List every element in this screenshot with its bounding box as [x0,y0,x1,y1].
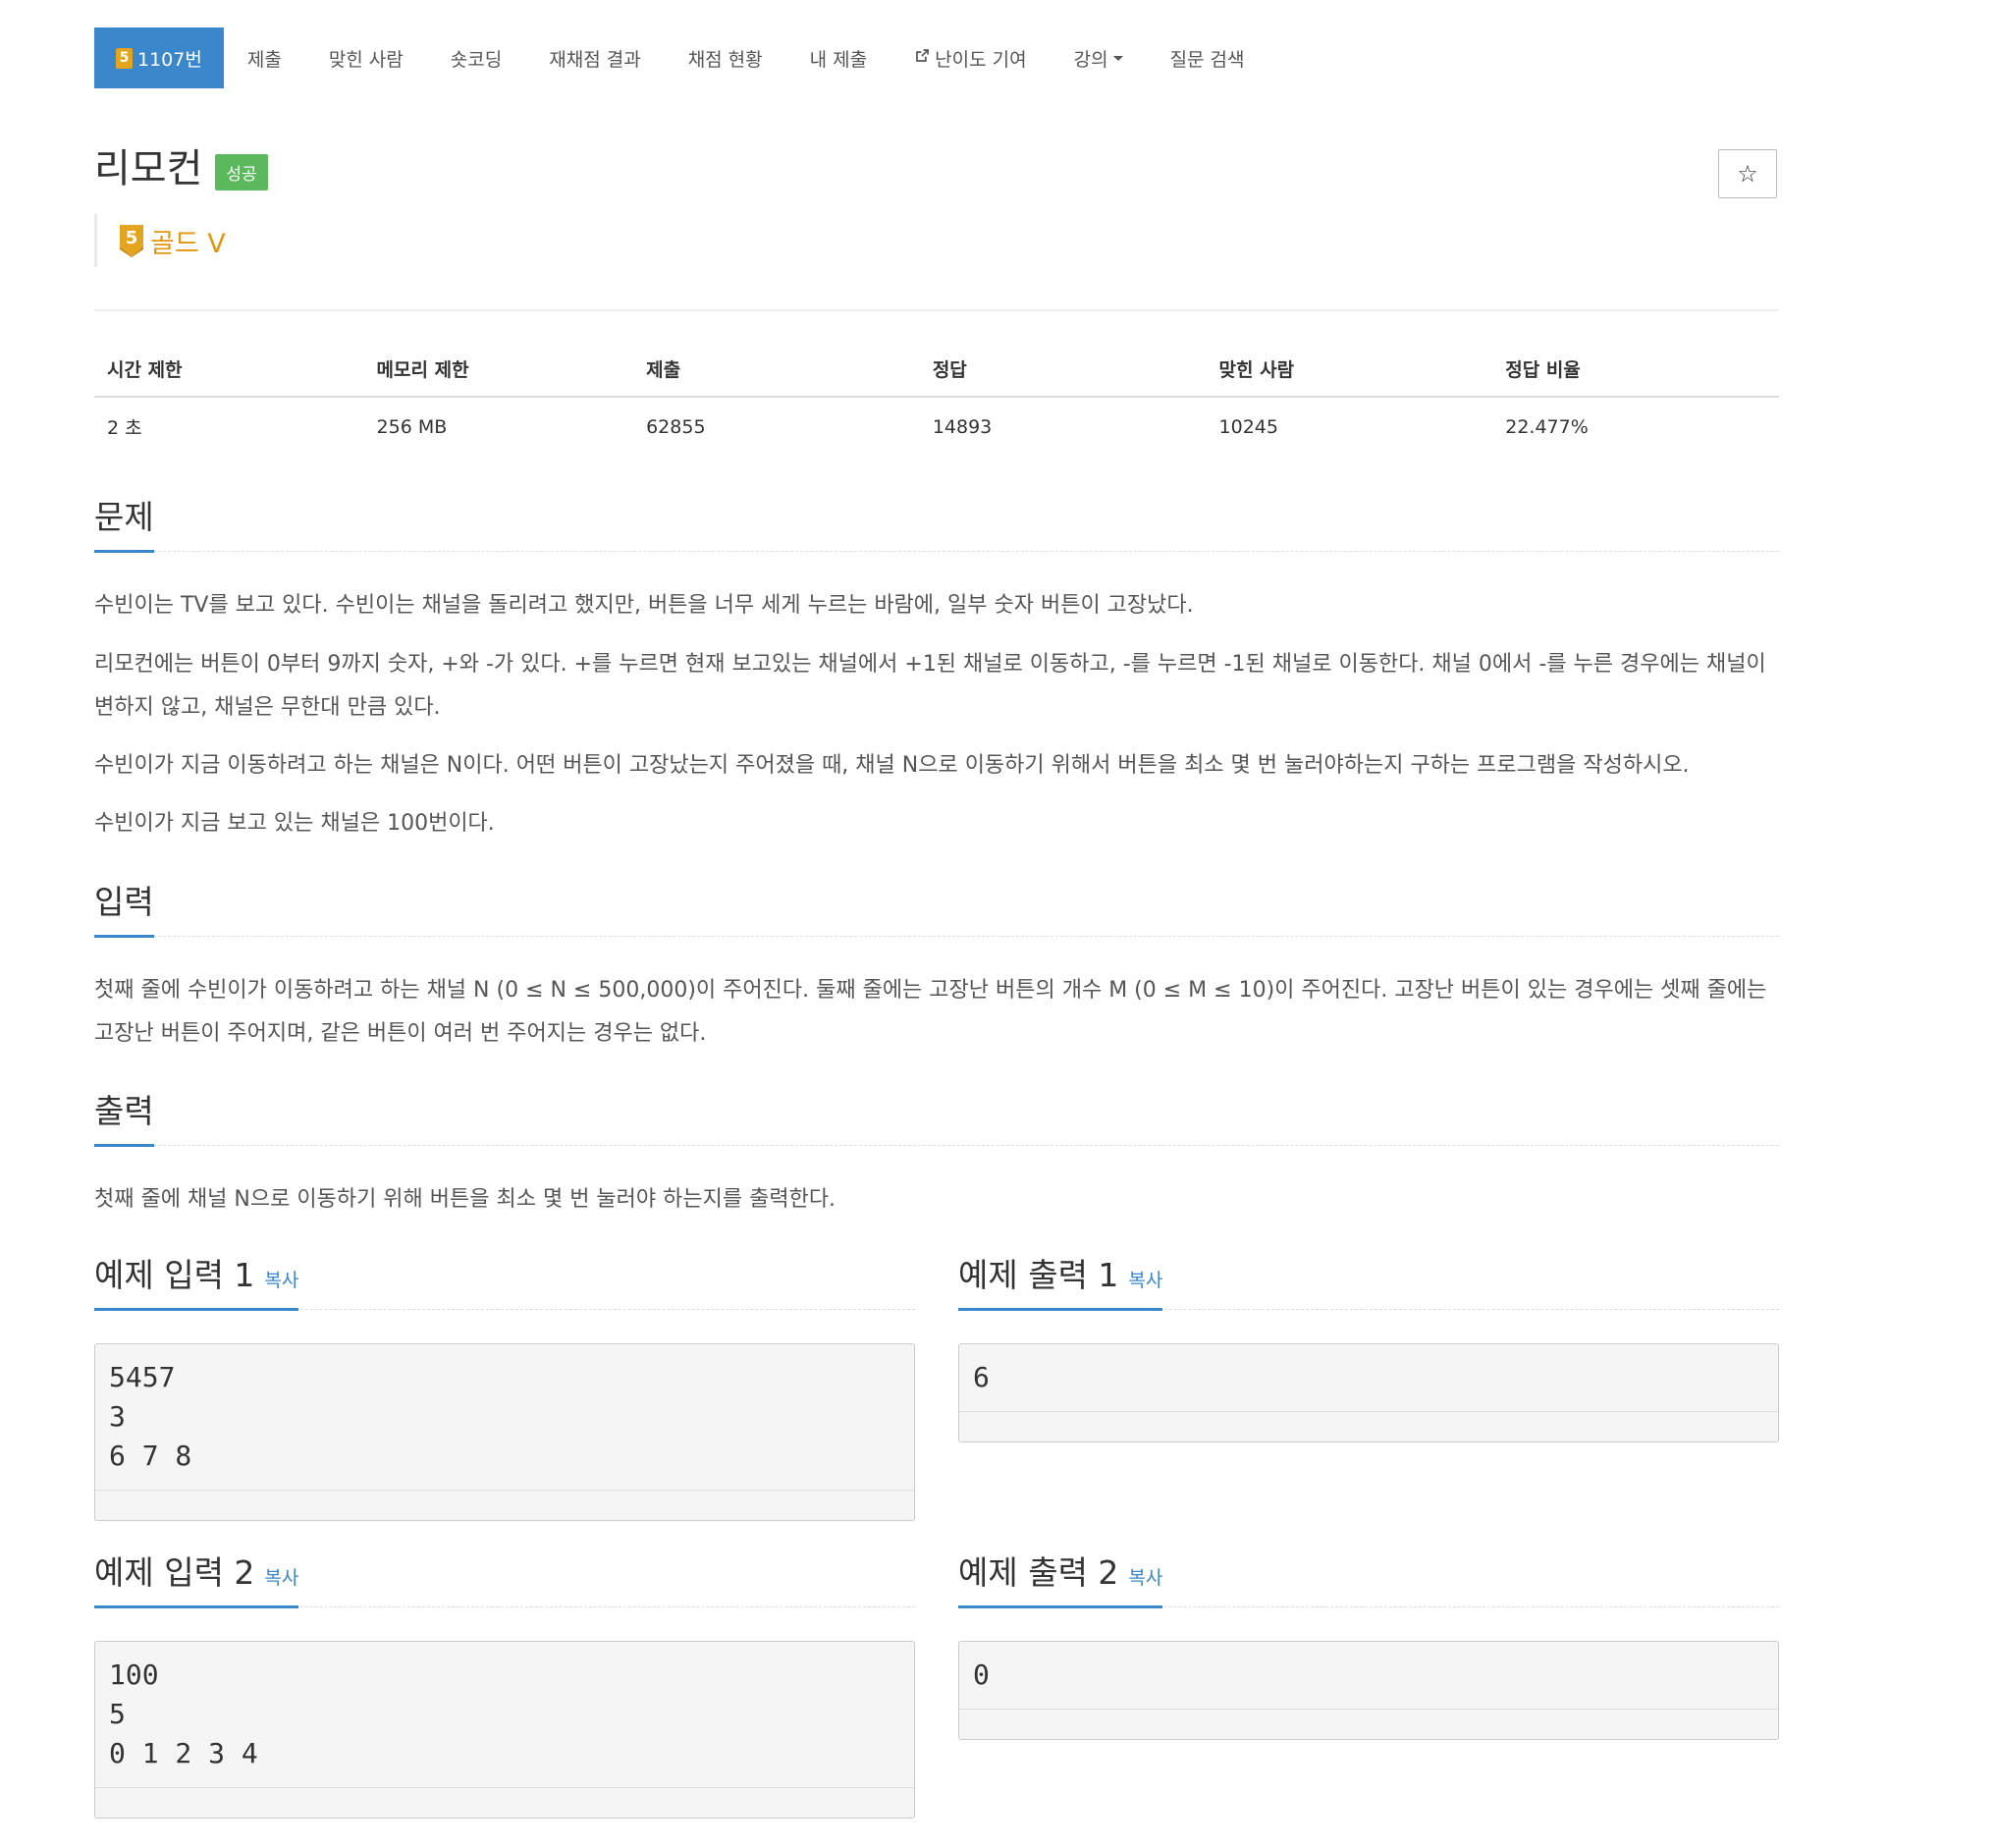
problem-title: 리모컨 [94,146,203,191]
sample-input-2-box[interactable]: 100 5 0 1 2 3 4 [94,1641,915,1819]
gold-tier-icon: 5 [116,47,133,69]
nav-submit[interactable]: 제출 [224,27,305,88]
input-section-header: 입력 [94,876,1779,938]
star-icon: ☆ [1737,160,1758,188]
table-header-cell: 제출 [633,346,920,398]
sample-output-2-header: 예제 출력 2 복사 [958,1547,1779,1608]
gold-tier-shield-icon: 5 [120,225,143,257]
nav-label: 재채점 결과 [549,48,641,71]
nav-label: 채점 현황 [687,48,763,71]
problem-menu: 5 1107번 제출 맞힌 사람 숏코딩 재채점 결과 채점 현황 내 제출 난… [94,27,1268,88]
problem-paragraph: 수빈이는 TV를 보고 있다. 수빈이는 채널을 돌리려고 했지만, 버튼을 너… [94,593,1194,618]
status-badge: 성공 [215,154,268,190]
nav-label: 난이도 기여 [935,48,1027,71]
problem-tier: 5 골드 V [94,214,226,267]
sample-input-2-content: 100 5 0 1 2 3 4 [109,1658,258,1769]
sample-output-1-content: 6 [973,1361,990,1393]
copy-button[interactable]: 복사 [264,1567,298,1589]
table-header-cell: 시간 제한 [94,346,364,398]
section-title: 출력 [94,1085,154,1147]
nav-problem-number[interactable]: 5 1107번 [94,27,224,88]
sample-output-1-header: 예제 출력 1 복사 [958,1249,1779,1311]
memory-limit-value: 256 MB [376,415,448,438]
problem-paragraph: 수빈이가 지금 보고 있는 채널은 100번이다. [94,811,495,836]
nav-label: 내 제출 [809,48,868,71]
sample-title-wrap: 예제 출력 2 복사 [958,1547,1163,1608]
accepted-value: 14893 [932,415,993,438]
nav-label: 맞힌 사람 [328,48,404,71]
table-header-row: 시간 제한 메모리 제한 제출 정답 맞힌 사람 정답 비율 [94,346,1779,398]
sample-input-2-header: 예제 입력 2 복사 [94,1547,915,1608]
sample-title: 예제 입력 2 [94,1553,255,1592]
time-limit-value: 2 초 [107,417,142,439]
nav-label: 강의 [1073,48,1108,71]
sample-title-wrap: 예제 입력 2 복사 [94,1547,299,1608]
nav-difficulty-contribute[interactable]: 난이도 기여 [890,27,1050,88]
problem-paragraph: 리모컨에는 버튼이 0부터 9까지 숫자, +와 -가 있다. +를 누르면 현… [94,652,1766,720]
output-section-header: 출력 [94,1085,1779,1147]
nav-lectures-dropdown[interactable]: 강의 [1051,27,1147,88]
tier-label: 골드 V [150,228,226,259]
sample-box-footer [95,1787,914,1818]
problem-section-header: 문제 [94,491,1779,553]
nav-judge-status[interactable]: 채점 현황 [665,27,786,88]
table-header-cell: 맞힌 사람 [1206,346,1493,398]
sample-input-1-box[interactable]: 5457 3 6 7 8 [94,1343,915,1521]
tier-digit: 5 [126,228,138,248]
sample-output-2-box[interactable]: 0 [958,1641,1779,1740]
copy-button[interactable]: 복사 [264,1270,298,1291]
solvers-value: 10245 [1218,415,1278,438]
table-row: 2 초 256 MB 62855 14893 10245 22.477% [94,397,1779,456]
sample-box-footer [959,1709,1778,1739]
nav-label: 질문 검색 [1169,48,1245,71]
external-link-icon [914,47,931,69]
problem-title-row: 리모컨 성공 [94,147,268,190]
sample-title: 예제 입력 1 [94,1256,255,1294]
copy-button[interactable]: 복사 [1128,1567,1162,1589]
output-description: 첫째 줄에 채널 N으로 이동하기 위해 버튼을 최소 몇 번 눌러야 하는지를… [94,1187,836,1212]
nav-my-submissions[interactable]: 내 제출 [786,27,890,88]
sample-title-wrap: 예제 입력 1 복사 [94,1249,299,1311]
table-header-cell: 메모리 제한 [363,346,634,398]
sample-input-1-header: 예제 입력 1 복사 [94,1249,915,1311]
sample-box-footer [959,1411,1778,1441]
sample-title-wrap: 예제 출력 1 복사 [958,1249,1163,1311]
submissions-value: 62855 [646,415,706,438]
problem-info-table: 시간 제한 메모리 제한 제출 정답 맞힌 사람 정답 비율 2 초 256 M… [94,346,1779,456]
nav-label: 1107번 [137,48,202,71]
sample-title: 예제 출력 1 [958,1256,1119,1294]
nav-rejudge-results[interactable]: 재채점 결과 [525,27,664,88]
nav-question-search[interactable]: 질문 검색 [1147,27,1268,88]
table-header-cell: 정답 [919,346,1207,398]
nav-label: 숏코딩 [450,48,503,71]
caret-down-icon [1112,55,1123,61]
input-description: 첫째 줄에 수빈이가 이동하려고 하는 채널 N (0 ≤ N ≤ 500,00… [94,978,1767,1046]
sample-output-1-box[interactable]: 6 [958,1343,1779,1442]
problem-paragraph: 수빈이가 지금 이동하려고 하는 채널은 N이다. 어떤 버튼이 고장났는지 주… [94,753,1690,778]
sample-title: 예제 출력 2 [958,1553,1119,1592]
section-title: 입력 [94,876,154,938]
favorite-star-button[interactable]: ☆ [1718,149,1777,198]
accept-ratio-value: 22.477% [1505,415,1589,438]
copy-button[interactable]: 복사 [1128,1270,1162,1291]
sample-output-2-content: 0 [973,1658,990,1691]
nav-short-coding[interactable]: 숏코딩 [427,27,525,88]
sample-box-footer [95,1490,914,1520]
nav-label: 제출 [246,48,282,71]
table-header-cell: 정답 비율 [1492,346,1779,398]
problem-page: 5 1107번 제출 맞힌 사람 숏코딩 재채점 결과 채점 현황 내 제출 난… [0,0,1995,1848]
nav-solvers[interactable]: 맞힌 사람 [305,27,427,88]
sample-input-1-content: 5457 3 6 7 8 [109,1361,192,1472]
divider [94,309,1779,311]
section-title: 문제 [94,491,154,553]
